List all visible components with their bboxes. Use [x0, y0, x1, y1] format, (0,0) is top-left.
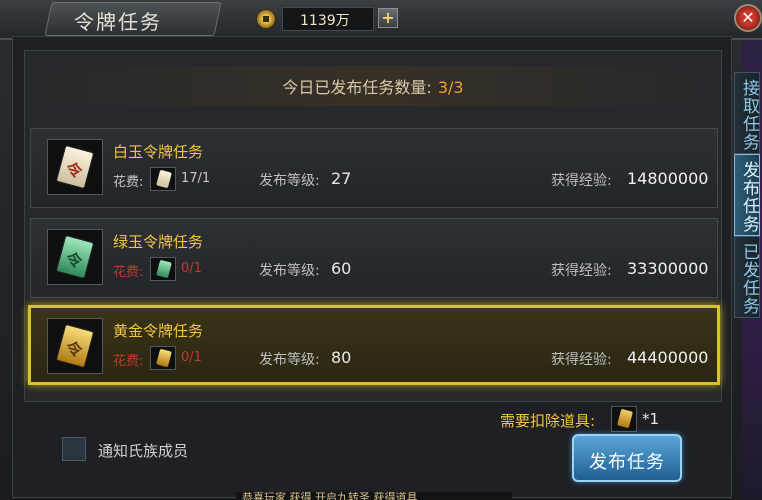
notify-clan-checkbox[interactable]: [62, 437, 86, 461]
task-name: 黄金令牌任务: [113, 322, 204, 340]
white-jade-token-icon: 令: [55, 144, 95, 190]
tab-accept-tasks[interactable]: 接取任务: [734, 72, 760, 154]
close-button[interactable]: ✕: [734, 4, 762, 32]
level-label: 发布等级:: [259, 173, 320, 189]
copper-coin-icon: [256, 9, 276, 29]
cost-item-icon: [150, 257, 176, 281]
level-value: 27: [331, 169, 352, 188]
exp-label: 获得经验:: [551, 263, 612, 279]
deduct-item-icon: [611, 406, 637, 432]
task-row-white-jade[interactable]: 令 白玉令牌任务 花费: 17/1 发布等级: 27 获得经验: 1480000…: [30, 128, 718, 208]
task-row-green-jade[interactable]: 令 绿玉令牌任务 花费: 0/1 发布等级: 60 获得经验: 33300000: [30, 218, 718, 298]
daily-count-value: 3/3: [437, 78, 464, 97]
notify-clan-label: 通知氏族成员: [98, 442, 189, 460]
exp-value: 14800000: [627, 169, 709, 188]
task-row-gold[interactable]: 令 黄金令牌任务 花费: 0/1 发布等级: 80 获得经验: 44400000: [28, 305, 720, 385]
cost-value: 0/1: [181, 261, 202, 276]
daily-count-label: 今日已发布任务数量:: [282, 78, 432, 97]
cost-label: 花费:: [113, 265, 144, 280]
publish-task-button-label[interactable]: 发布任务: [572, 448, 682, 474]
exp-value: 44400000: [627, 348, 709, 367]
task-name: 绿玉令牌任务: [113, 233, 204, 251]
tab-published-tasks[interactable]: 已发任务: [734, 236, 760, 318]
cost-value: 17/1: [181, 171, 211, 186]
cost-label: 花费:: [113, 354, 144, 369]
level-value: 60: [331, 259, 352, 278]
exp-value: 33300000: [627, 259, 709, 278]
exp-label: 获得经验:: [551, 173, 612, 189]
task-token-icon: 令: [47, 229, 103, 285]
cost-item-icon: [150, 346, 176, 370]
cost-item-icon: [150, 167, 176, 191]
exp-label: 获得经验:: [551, 352, 612, 368]
level-value: 80: [331, 348, 352, 367]
task-token-icon: 令: [47, 139, 103, 195]
deduct-item-label: 需要扣除道具:: [500, 412, 596, 430]
level-label: 发布等级:: [259, 263, 320, 279]
gold-token-icon: 令: [55, 323, 95, 369]
cost-value: 0/1: [181, 350, 202, 365]
task-name: 白玉令牌任务: [113, 143, 204, 161]
currency-amount: 1139万: [300, 13, 350, 29]
add-currency-button[interactable]: +: [378, 8, 398, 28]
green-jade-token-icon: 令: [55, 234, 95, 280]
daily-published-count: 今日已发布任务数量: 3/3: [24, 74, 722, 98]
cost-label: 花费:: [113, 175, 144, 190]
system-broadcast: 恭喜玩家 获得 开启九转圣 获得道具: [236, 492, 512, 500]
deduct-item-qty: *1: [642, 410, 660, 428]
window-title: 令牌任务: [74, 10, 162, 34]
task-token-icon: 令: [47, 318, 103, 374]
level-label: 发布等级:: [259, 352, 320, 368]
tab-publish-tasks[interactable]: 发布任务: [734, 154, 760, 236]
title-bar: 令牌任务 1139万 + ✕: [0, 0, 762, 40]
